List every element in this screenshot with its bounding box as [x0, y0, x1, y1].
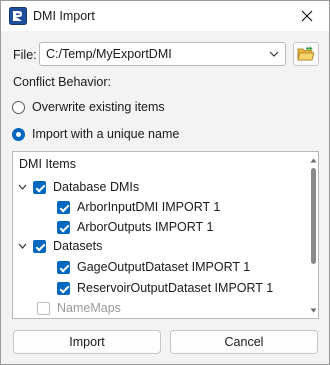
- chevron-down-icon: [269, 51, 279, 57]
- tree-item-label: NameMaps: [57, 301, 121, 315]
- chevron-down-icon[interactable]: [18, 184, 27, 190]
- radio-label: Overwrite existing items: [32, 100, 165, 114]
- open-folder-icon: [297, 46, 315, 61]
- tree-item-label: ArborInputDMI IMPORT 1: [77, 200, 221, 214]
- dmi-import-dialog: DMI Import File: C:/Temp/MyExportDMI Con…: [0, 0, 330, 365]
- import-unique-name-radio[interactable]: Import with a unique name: [12, 125, 179, 143]
- scroll-up-arrow-icon[interactable]: [310, 158, 317, 163]
- radio-button[interactable]: [12, 100, 25, 114]
- tree-item[interactable]: GageOutputDataset IMPORT 1: [57, 258, 250, 276]
- checkbox[interactable]: [57, 200, 70, 214]
- checkbox[interactable]: [33, 239, 46, 253]
- tree-group-database-dmis[interactable]: Database DMIs: [18, 178, 139, 196]
- file-path-value: C:/Temp/MyExportDMI: [46, 47, 172, 61]
- checkbox[interactable]: [57, 220, 70, 234]
- radio-label: Import with a unique name: [32, 127, 180, 141]
- import-button[interactable]: Import: [13, 330, 161, 354]
- close-icon: [301, 10, 313, 22]
- window-title: DMI Import: [33, 9, 95, 23]
- checkbox[interactable]: [57, 260, 70, 274]
- overwrite-existing-radio[interactable]: Overwrite existing items: [12, 98, 165, 116]
- radio-button-selected[interactable]: [12, 127, 25, 141]
- scrollbar-thumb[interactable]: [311, 168, 316, 264]
- checkbox[interactable]: [33, 180, 46, 194]
- title-bar: DMI Import: [1, 1, 329, 31]
- tree-group-label: Database DMIs: [53, 180, 140, 194]
- conflict-behavior-label: Conflict Behavior:: [13, 75, 111, 89]
- checkbox[interactable]: [57, 281, 70, 295]
- tree-item-label: ArborOutputs IMPORT 1: [77, 220, 214, 234]
- close-button[interactable]: [285, 1, 329, 31]
- tree-item-label: GageOutputDataset IMPORT 1: [77, 260, 251, 274]
- tree-header: DMI Items: [19, 157, 76, 171]
- checkbox: [37, 301, 50, 315]
- chevron-down-icon[interactable]: [18, 243, 27, 249]
- tree-item-disabled: NameMaps: [37, 299, 121, 317]
- cancel-button[interactable]: Cancel: [170, 330, 318, 354]
- tree-group-label: Datasets: [53, 239, 103, 253]
- file-path-dropdown[interactable]: C:/Temp/MyExportDMI: [39, 42, 286, 66]
- tree-item-label: ReservoirOutputDataset IMPORT 1: [77, 281, 274, 295]
- tree-item[interactable]: ReservoirOutputDataset IMPORT 1: [57, 279, 273, 297]
- scroll-down-arrow-icon[interactable]: [310, 308, 317, 313]
- app-icon: [9, 7, 27, 25]
- file-label: File:: [13, 48, 37, 62]
- tree-group-datasets[interactable]: Datasets: [18, 237, 102, 255]
- dmi-items-tree[interactable]: DMI Items Database DMIs ArborInputDMI IM…: [12, 151, 319, 319]
- tree-item[interactable]: ArborInputDMI IMPORT 1: [57, 198, 220, 216]
- browse-file-button[interactable]: [293, 42, 319, 66]
- tree-item[interactable]: ArborOutputs IMPORT 1: [57, 218, 213, 236]
